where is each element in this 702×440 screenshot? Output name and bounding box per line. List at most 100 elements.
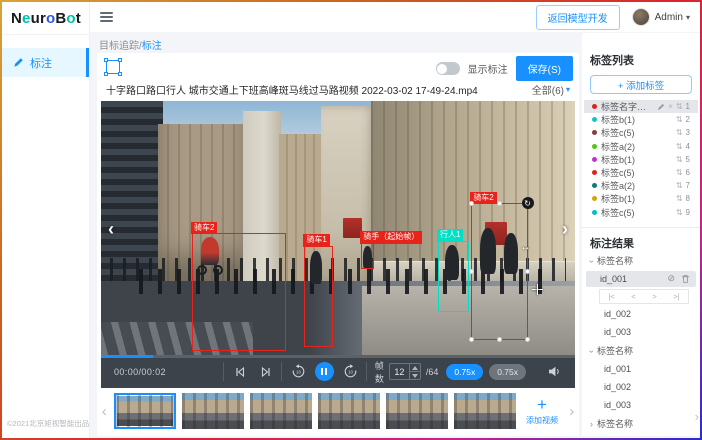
video-thumbnail[interactable]: [250, 393, 312, 429]
breadcrumb-parent[interactable]: 目标追踪: [99, 41, 139, 52]
annotation-bbox[interactable]: 骑车1: [304, 246, 333, 348]
pager-last-icon[interactable]: >|: [673, 292, 679, 301]
resize-handle[interactable]: [525, 337, 530, 342]
annotation-bbox-selected[interactable]: 骑车2 ↻: [471, 203, 528, 340]
shortcut-icon: ⇅: [676, 181, 683, 190]
resize-handle[interactable]: [469, 269, 474, 274]
user-menu[interactable]: Admin ▾: [655, 12, 690, 23]
speed-pill-inactive[interactable]: 0.75x: [489, 364, 526, 380]
box-rotate-handle[interactable]: ↻: [522, 197, 534, 209]
tag-shortcut: 2: [686, 115, 690, 124]
editor-card: 显示标注 保存(S) 十字路口路口行人 城市交通上下班高峰斑马线过马路视频 20…: [97, 53, 579, 436]
trash-icon[interactable]: [681, 274, 690, 284]
result-item[interactable]: id_003: [590, 325, 692, 340]
prev-frame-icon[interactable]: [234, 366, 246, 378]
toolbar-right: 显示标注 保存(S): [436, 56, 573, 81]
video-thumbnail[interactable]: [454, 393, 516, 429]
video-title: 十字路口路口行人 城市交通上下班高峰斑马线过马路视频 2022-03-02 17…: [106, 82, 478, 97]
crosshair-cursor: [532, 284, 543, 295]
video-prev-arrow[interactable]: ‹: [108, 220, 114, 238]
shortcut-icon: ⇅: [676, 194, 683, 203]
tag-row[interactable]: 标签b(1) ⇅ 5: [590, 153, 692, 166]
tag-row[interactable]: 标签c(5) ⇅ 9: [590, 206, 692, 219]
pager-next-icon[interactable]: >: [652, 292, 656, 301]
filmstrip-next-icon[interactable]: ›: [568, 403, 576, 420]
add-video-button[interactable]: + 添加视频: [522, 391, 561, 431]
volume-icon[interactable]: [548, 366, 561, 377]
result-item-selected[interactable]: id_001 ⊘: [586, 271, 696, 287]
next-frame-icon[interactable]: [260, 366, 272, 378]
add-tag-button[interactable]: + 添加标签: [590, 75, 692, 94]
result-item[interactable]: id_002: [590, 307, 692, 322]
video-thumbnail[interactable]: [386, 393, 448, 429]
hide-annotation-icon[interactable]: ⊘: [667, 273, 675, 284]
pause-button[interactable]: [315, 362, 334, 381]
logo-part: B: [55, 10, 66, 27]
menu-collapse-icon[interactable]: [100, 12, 113, 22]
filmstrip: ‹ + 添加视频 ›: [97, 388, 579, 434]
frame-number-input[interactable]: [390, 364, 409, 379]
result-group-header[interactable]: › 标签名称: [590, 416, 692, 432]
resize-handle[interactable]: [469, 201, 474, 206]
tag-row[interactable]: 标签b(1) ⇅ 8: [590, 192, 692, 205]
tag-name: 标签b(1): [601, 113, 673, 126]
video-thumbnail-selected[interactable]: [114, 393, 176, 429]
pager-prev-icon[interactable]: <: [631, 292, 635, 301]
step-up-icon[interactable]: [410, 364, 420, 371]
delete-tag-icon[interactable]: ×: [668, 102, 673, 111]
breadcrumb-current[interactable]: 标注: [142, 41, 162, 52]
video-thumbnail[interactable]: [318, 393, 380, 429]
result-group-header[interactable]: › 标签名称: [590, 343, 692, 359]
tag-shortcut: 5: [686, 155, 690, 164]
group-name: 标签名称: [597, 417, 633, 430]
annotation-filter-dropdown[interactable]: 全部(6) ▾: [532, 82, 570, 97]
result-item[interactable]: id_002: [590, 380, 692, 395]
logo-part: o: [46, 10, 55, 27]
annotation-bbox[interactable]: 行人1: [438, 241, 470, 312]
video-next-arrow[interactable]: ›: [562, 220, 568, 238]
annotation-bbox[interactable]: 骑手（起始帧）: [361, 243, 375, 270]
right-controls: 0.75x 0.75x: [446, 355, 575, 388]
bbox-label: 骑车1: [303, 234, 329, 246]
result-item[interactable]: id_001: [590, 362, 692, 377]
result-group-header[interactable]: › 标签名称: [590, 253, 692, 269]
speed-pill-active[interactable]: 0.75x: [446, 364, 483, 380]
result-item[interactable]: id_003: [590, 398, 692, 413]
resize-handle[interactable]: [497, 337, 502, 342]
shortcut-icon: ⇅: [676, 102, 683, 111]
tag-row[interactable]: 标签a(2) ⇅ 7: [590, 179, 692, 192]
resize-cursor-icon: ↔: [520, 242, 530, 253]
resize-handle[interactable]: [469, 337, 474, 342]
step-down-icon[interactable]: [410, 371, 420, 379]
tag-row[interactable]: 标签名字最长数... × ⇅ 1: [584, 100, 698, 113]
result-id: id_001: [604, 364, 631, 374]
tag-row[interactable]: 标签a(2) ⇅ 4: [590, 140, 692, 153]
annotation-bbox[interactable]: 骑车2: [192, 233, 287, 351]
resize-handle[interactable]: [497, 201, 502, 206]
forward-10-icon[interactable]: 10: [343, 364, 358, 379]
tag-row[interactable]: 标签c(5) ⇅ 3: [590, 126, 692, 139]
edit-tag-icon[interactable]: [657, 103, 665, 111]
group-name: 标签名称: [597, 344, 633, 357]
tag-shortcut: 8: [686, 194, 690, 203]
save-button[interactable]: 保存(S): [516, 56, 573, 81]
bbox-label: 行人1: [437, 229, 463, 241]
bbox-label: 骑车2: [191, 222, 217, 234]
user-avatar[interactable]: [632, 8, 650, 26]
plus-icon: +: [537, 396, 547, 413]
tag-row[interactable]: 标签c(5) ⇅ 6: [590, 166, 692, 179]
draw-bbox-tool-icon[interactable]: [106, 60, 120, 74]
video-canvas[interactable]: ‹ › 骑车2 骑车1 骑手（起始帧） 行人1 骑车2: [101, 101, 575, 355]
video-thumbnail[interactable]: [182, 393, 244, 429]
rewind-10-icon[interactable]: 10: [291, 364, 306, 379]
filmstrip-prev-icon[interactable]: ‹: [100, 403, 108, 420]
shortcut-icon: ⇅: [676, 208, 683, 217]
tag-row[interactable]: 标签b(1) ⇅ 2: [590, 113, 692, 126]
back-to-model-dev-button[interactable]: 返回模型开发: [536, 5, 620, 30]
pager-first-icon[interactable]: |<: [608, 292, 614, 301]
sidebar-item-annotate[interactable]: 标注: [2, 48, 89, 77]
panel-scroll-chevron[interactable]: ›: [695, 409, 699, 424]
show-annotation-toggle[interactable]: [436, 62, 460, 75]
resize-handle[interactable]: [525, 269, 530, 274]
progress-track[interactable]: [101, 355, 575, 358]
